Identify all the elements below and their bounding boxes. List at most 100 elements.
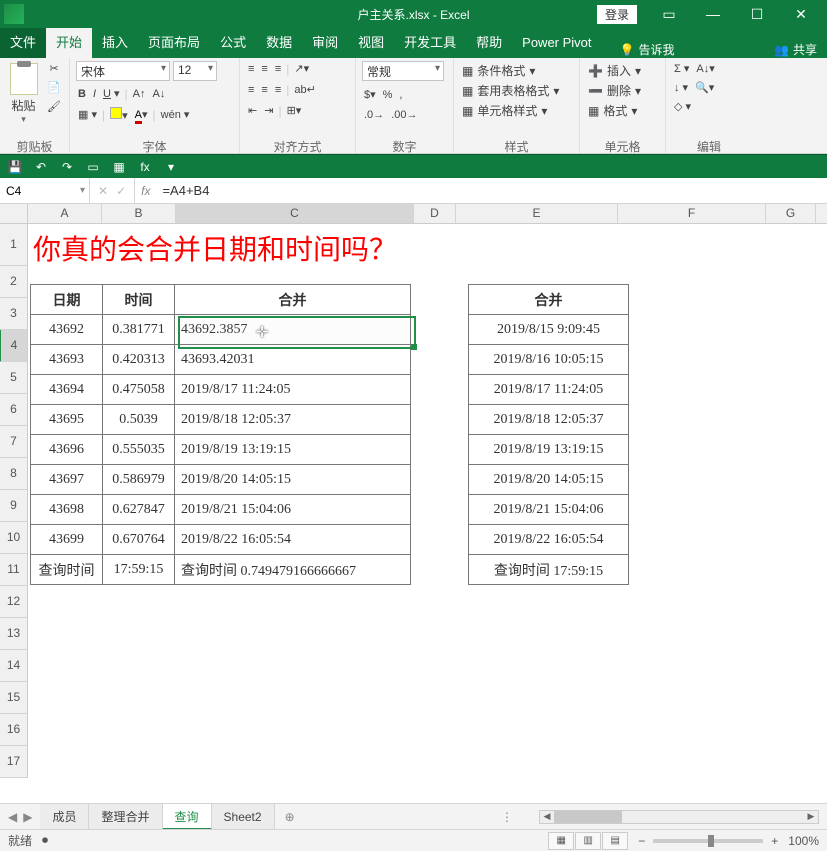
tblE-cell-6[interactable]: 2019/8/21 15:04:06 [469, 495, 629, 525]
row-header-1[interactable]: 1 [0, 224, 27, 266]
tblE-cell-8[interactable]: 查询时间 17:59:15 [469, 555, 629, 585]
table-format-button[interactable]: ▦套用表格格式 ▾ [460, 81, 561, 100]
qat-save-icon[interactable]: 💾 [6, 158, 24, 176]
tab-page-layout[interactable]: 页面布局 [138, 28, 210, 58]
qat-redo-icon[interactable]: ↷ [58, 158, 76, 176]
tblA-cell-5-1[interactable]: 0.586979 [103, 465, 175, 495]
percent-icon[interactable]: % [381, 88, 395, 102]
format-painter-icon[interactable]: 🖌 [45, 99, 63, 114]
col-header-C[interactable]: C [176, 204, 414, 223]
sheet-tab-3[interactable]: 查询 [163, 804, 212, 830]
sheet-tab-4[interactable]: Sheet2 [212, 804, 275, 830]
fx-icon[interactable]: fx [135, 178, 156, 203]
cells-area[interactable]: 你真的会合并日期和时间吗？ 日期时间合并436920.38177143692.3… [28, 224, 827, 803]
italic-button[interactable]: I [91, 87, 98, 101]
tblA-cell-6-0[interactable]: 43698 [31, 495, 103, 525]
conditional-format-button[interactable]: ▦条件格式 ▾ [460, 61, 537, 80]
tblA-cell-5-2[interactable]: 2019/8/20 14:05:15 [175, 465, 411, 495]
close-icon[interactable]: ✕ [779, 0, 823, 28]
tab-developer[interactable]: 开发工具 [394, 28, 466, 58]
tblA-cell-1-1[interactable]: 0.420313 [103, 345, 175, 375]
tab-home[interactable]: 开始 [46, 28, 92, 58]
qat-icon-2[interactable]: fx [136, 158, 154, 176]
phonetic-button[interactable]: wén ▾ [159, 107, 192, 122]
col-header-E[interactable]: E [456, 204, 618, 223]
row-header-8[interactable]: 8 [0, 458, 27, 490]
row-header-4[interactable]: 4 [0, 330, 27, 362]
col-header-G[interactable]: G [766, 204, 816, 223]
tblA-cell-7-0[interactable]: 43699 [31, 525, 103, 555]
decrease-font-icon[interactable]: A↓ [151, 87, 168, 101]
login-button[interactable]: 登录 [597, 5, 637, 24]
scroll-right-icon[interactable]: ▶ [804, 811, 818, 823]
cancel-formula-icon[interactable]: ✕ [98, 184, 108, 198]
worksheet[interactable]: ABCDEFG 1234567891011121314151617 你真的会合并… [0, 204, 827, 803]
tell-me[interactable]: 💡告诉我 [610, 41, 685, 58]
sheet-nav-next-icon[interactable]: ▶ [23, 810, 32, 824]
sheet-tab-2[interactable]: 整理合并 [89, 804, 162, 830]
sort-filter-icon[interactable]: A↓▾ [694, 61, 716, 76]
tblE-cell-1[interactable]: 2019/8/16 10:05:15 [469, 345, 629, 375]
row-header-3[interactable]: 3 [0, 298, 27, 330]
tblA-cell-3-2[interactable]: 2019/8/18 12:05:37 [175, 405, 411, 435]
cut-icon[interactable]: ✂ [47, 61, 60, 76]
row-header-17[interactable]: 17 [0, 746, 27, 778]
align-center-icon[interactable]: ≡ [259, 83, 269, 97]
row-header-12[interactable]: 12 [0, 586, 27, 618]
col-header-A[interactable]: A [28, 204, 102, 223]
view-normal-icon[interactable]: ▦ [548, 832, 574, 850]
bold-button[interactable]: B [76, 87, 88, 101]
tblA-cell-6-1[interactable]: 0.627847 [103, 495, 175, 525]
tblE-cell-0[interactable]: 2019/8/15 9:09:45 [469, 315, 629, 345]
confirm-formula-icon[interactable]: ✓ [116, 184, 126, 198]
format-cells-button[interactable]: ▦格式 ▾ [586, 101, 639, 120]
tab-file[interactable]: 文件 [0, 28, 46, 58]
minimize-icon[interactable]: — [691, 0, 735, 28]
tblA-cell-0-1[interactable]: 0.381771 [103, 315, 175, 345]
find-icon[interactable]: 🔍▾ [693, 80, 716, 95]
font-name-dropdown[interactable]: 宋体 [76, 61, 170, 81]
tblE-cell-3[interactable]: 2019/8/18 12:05:37 [469, 405, 629, 435]
align-bottom-icon[interactable]: ≡ [273, 62, 283, 76]
tab-insert[interactable]: 插入 [92, 28, 138, 58]
zoom-out-icon[interactable]: − [638, 834, 645, 848]
tblA-cell-2-2[interactable]: 2019/8/17 11:24:05 [175, 375, 411, 405]
delete-cells-button[interactable]: ➖删除 ▾ [586, 81, 643, 100]
tblA-cell-5-0[interactable]: 43697 [31, 465, 103, 495]
row-header-13[interactable]: 13 [0, 618, 27, 650]
qat-undo-icon[interactable]: ↶ [32, 158, 50, 176]
autosum-icon[interactable]: Σ ▾ [672, 61, 691, 76]
cell-styles-button[interactable]: ▦单元格样式 ▾ [460, 101, 549, 120]
tblA-cell-8-0[interactable]: 查询时间 [31, 555, 103, 585]
clear-icon[interactable]: ◇ ▾ [672, 99, 693, 114]
row-header-6[interactable]: 6 [0, 394, 27, 426]
horizontal-scrollbar[interactable]: ◀ ▶ [539, 810, 819, 824]
split-handle[interactable]: ⋮ [501, 810, 513, 824]
row-header-7[interactable]: 7 [0, 426, 27, 458]
underline-button[interactable]: U ▾ [101, 86, 122, 101]
tab-view[interactable]: 视图 [348, 28, 394, 58]
merge-center-icon[interactable]: ⊞▾ [285, 103, 304, 118]
increase-indent-icon[interactable]: ⇥ [262, 103, 275, 118]
tab-formulas[interactable]: 公式 [210, 28, 256, 58]
tblA-cell-0-0[interactable]: 43692 [31, 315, 103, 345]
number-format-dropdown[interactable]: 常规 [362, 61, 444, 81]
sheet-nav-prev-icon[interactable]: ◀ [8, 810, 17, 824]
currency-icon[interactable]: $▾ [362, 87, 378, 102]
fill-color-button[interactable]: ▾ [108, 106, 130, 123]
zoom-level[interactable]: 100% [788, 834, 819, 848]
tblE-cell-5[interactable]: 2019/8/20 14:05:15 [469, 465, 629, 495]
col-header-F[interactable]: F [618, 204, 766, 223]
tblA-cell-2-1[interactable]: 0.475058 [103, 375, 175, 405]
ribbon-options-icon[interactable]: ▭ [647, 0, 691, 28]
align-left-icon[interactable]: ≡ [246, 83, 256, 97]
tab-powerpivot[interactable]: Power Pivot [512, 28, 601, 58]
insert-cells-button[interactable]: ➕插入 ▾ [586, 61, 643, 80]
increase-decimal-icon[interactable]: .0→ [362, 108, 386, 122]
row-header-9[interactable]: 9 [0, 490, 27, 522]
qat-touch-icon[interactable]: ▭ [84, 158, 102, 176]
tblA-cell-8-1[interactable]: 17:59:15 [103, 555, 175, 585]
row-header-15[interactable]: 15 [0, 682, 27, 714]
tblA-cell-7-2[interactable]: 2019/8/22 16:05:54 [175, 525, 411, 555]
tblA-cell-2-0[interactable]: 43694 [31, 375, 103, 405]
